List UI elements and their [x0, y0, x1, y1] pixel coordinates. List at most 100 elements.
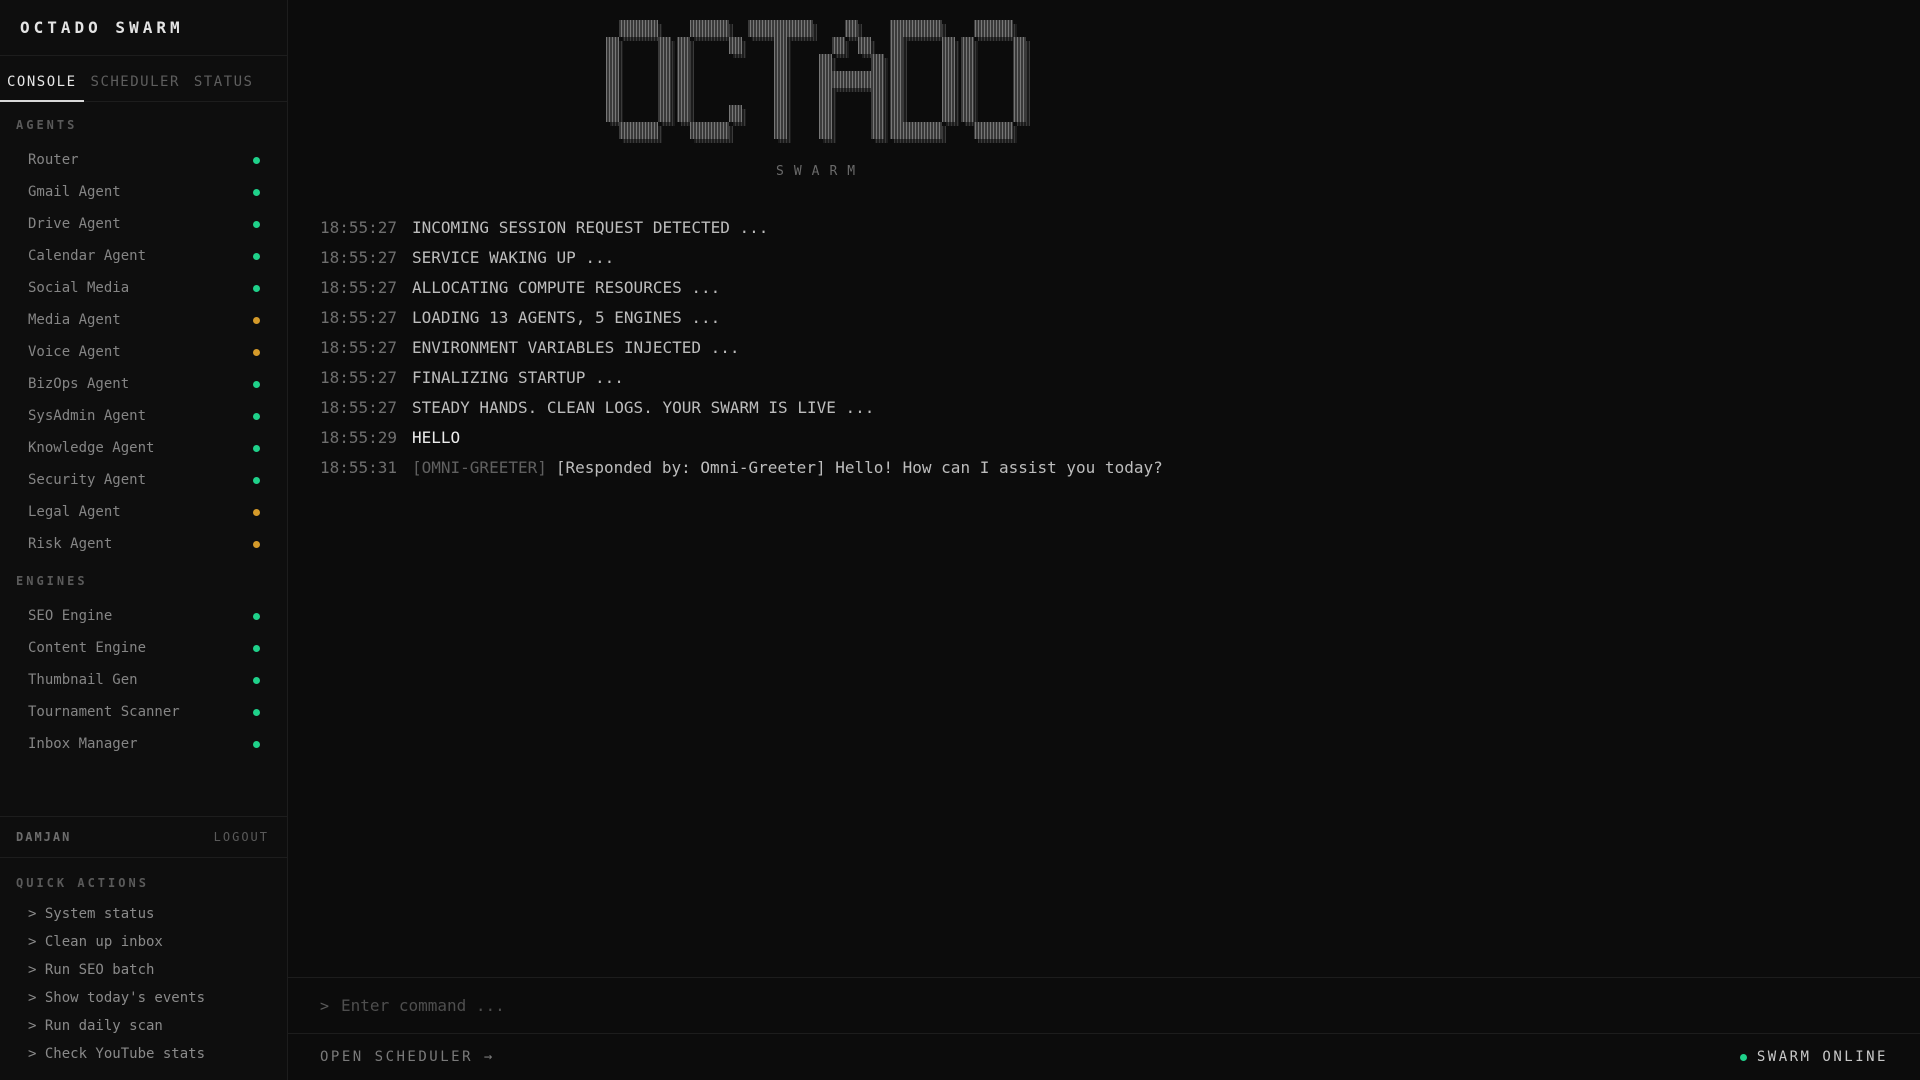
agent-legal-agent[interactable]: Legal Agent [0, 496, 287, 528]
agent-label: Social Media [28, 280, 130, 296]
logo-pixel [974, 122, 987, 139]
logo-pixel [929, 20, 942, 37]
logo-pixel [871, 71, 884, 88]
log-message: SERVICE WAKING UP ... [412, 247, 615, 267]
log-message: LOADING 13 AGENTS, 5 ENGINES ... [412, 307, 721, 327]
logo-pixel [677, 105, 690, 122]
prompt-symbol: > [320, 996, 330, 1015]
engine-inbox-manager[interactable]: Inbox Manager [0, 728, 287, 760]
logo-pixel [871, 88, 884, 105]
logo-pixel [890, 54, 903, 71]
engine-label: Thumbnail Gen [28, 672, 138, 688]
log-timestamp: 18:55:27 [320, 217, 398, 237]
log-message: ENVIRONMENT VARIABLES INJECTED ... [412, 337, 740, 357]
agent-calendar-agent[interactable]: Calendar Agent [0, 240, 287, 272]
engine-content-engine[interactable]: Content Engine [0, 632, 287, 664]
logo-pixel [903, 122, 916, 139]
agent-drive-agent[interactable]: Drive Agent [0, 208, 287, 240]
log-timestamp: 18:55:27 [320, 397, 398, 417]
agent-bizops-agent[interactable]: BizOps Agent [0, 368, 287, 400]
logo-pixel [774, 20, 787, 37]
logo-pixel [606, 105, 619, 122]
logo-pixel [645, 20, 658, 37]
logo-pixel [832, 71, 845, 88]
agent-social-media[interactable]: Social Media [0, 272, 287, 304]
logo-pixel [974, 20, 987, 37]
logo-pixel [774, 37, 787, 54]
agent-label: SysAdmin Agent [28, 408, 147, 424]
engines-heading: ENGINES [16, 574, 88, 588]
quick-action-item[interactable]: > Check YouTube stats [0, 1040, 287, 1068]
logo-pixel [961, 105, 974, 122]
log-timestamp: 18:55:31 [320, 457, 398, 477]
logo-pixel [729, 37, 742, 54]
logo-pixel [787, 20, 800, 37]
agent-risk-agent[interactable]: Risk Agent [0, 528, 287, 560]
quick-action-item[interactable]: > Clean up inbox [0, 928, 287, 956]
engine-label: Content Engine [28, 640, 147, 656]
agent-knowledge-agent[interactable]: Knowledge Agent [0, 432, 287, 464]
status-dot-icon [253, 284, 260, 292]
logo-pixel [606, 88, 619, 105]
tab-console[interactable]: CONSOLE [0, 74, 84, 102]
tab-scheduler[interactable]: SCHEDULER [84, 74, 187, 101]
logo-pixel [890, 37, 903, 54]
agent-label: Security Agent [28, 472, 147, 488]
logo-pixel [774, 122, 787, 139]
engine-seo-engine[interactable]: SEO Engine [0, 600, 287, 632]
log-source-tag: [OMNI-GREETER] [412, 457, 547, 477]
status-dot-icon [253, 156, 260, 164]
agent-security-agent[interactable]: Security Agent [0, 464, 287, 496]
logo-pixel [819, 88, 832, 105]
logo-pixel [729, 105, 742, 122]
logo-pixel [703, 20, 716, 37]
quick-action-item[interactable]: > System status [0, 900, 287, 928]
engine-label: SEO Engine [28, 608, 113, 624]
logo-pixel [942, 105, 955, 122]
log-line: 18:55:27 STEADY HANDS. CLEAN LOGS. YOUR S… [320, 392, 1920, 422]
logo-pixel [890, 20, 903, 37]
logo-pixel [987, 122, 1000, 139]
agent-gmail-agent[interactable]: Gmail Agent [0, 176, 287, 208]
agent-media-agent[interactable]: Media Agent [0, 304, 287, 336]
quick-action-item[interactable]: > Run SEO batch [0, 956, 287, 984]
logo-pixel [832, 37, 845, 54]
agent-voice-agent[interactable]: Voice Agent [0, 336, 287, 368]
logo-pixel [658, 105, 671, 122]
engine-tournament-scanner[interactable]: Tournament Scanner [0, 696, 287, 728]
logo-pixel [819, 122, 832, 139]
logout-button[interactable]: LOGOUT [214, 830, 269, 844]
quick-action-item[interactable]: > Run daily scan [0, 1012, 287, 1040]
quick-action-item[interactable]: > Show today's events [0, 984, 287, 1012]
log-message: [Responded by: Omni-Greeter] Hello! How … [555, 457, 1163, 477]
logo-pixel [716, 20, 729, 37]
agent-sysadmin-agent[interactable]: SysAdmin Agent [0, 400, 287, 432]
agent-router[interactable]: Router [0, 144, 287, 176]
logo-pixel [658, 37, 671, 54]
engine-thumbnail-gen[interactable]: Thumbnail Gen [0, 664, 287, 696]
status-indicator-dot [1739, 1053, 1747, 1061]
logo-pixel [987, 20, 1000, 37]
swarm-status: SWARM ONLINE [1739, 1049, 1888, 1065]
logo-pixel [606, 54, 619, 71]
logo-pixel [890, 88, 903, 105]
logo-pixel [942, 71, 955, 88]
logo-pixel [1013, 88, 1026, 105]
logo-pixel [929, 122, 942, 139]
logo-pixel [903, 20, 916, 37]
sidebar-tabs: CONSOLE SCHEDULER STATUS [0, 56, 287, 102]
logo-pixel [774, 88, 787, 105]
logo-pixel [619, 20, 632, 37]
log-timestamp: 18:55:29 [320, 427, 398, 447]
command-input[interactable] [339, 995, 1244, 1016]
log-timestamp: 18:55:27 [320, 367, 398, 387]
agent-label: Drive Agent [28, 216, 121, 232]
status-dot-icon [253, 508, 260, 516]
agent-label: Voice Agent [28, 344, 121, 360]
logo-pixel [703, 122, 716, 139]
tab-status[interactable]: STATUS [187, 74, 261, 101]
log-line: 18:55:27 LOADING 13 AGENTS, 5 ENGINES ... [320, 302, 1920, 332]
open-scheduler-link[interactable]: OPEN SCHEDULER → [320, 1049, 495, 1065]
status-dot-icon [253, 676, 260, 684]
